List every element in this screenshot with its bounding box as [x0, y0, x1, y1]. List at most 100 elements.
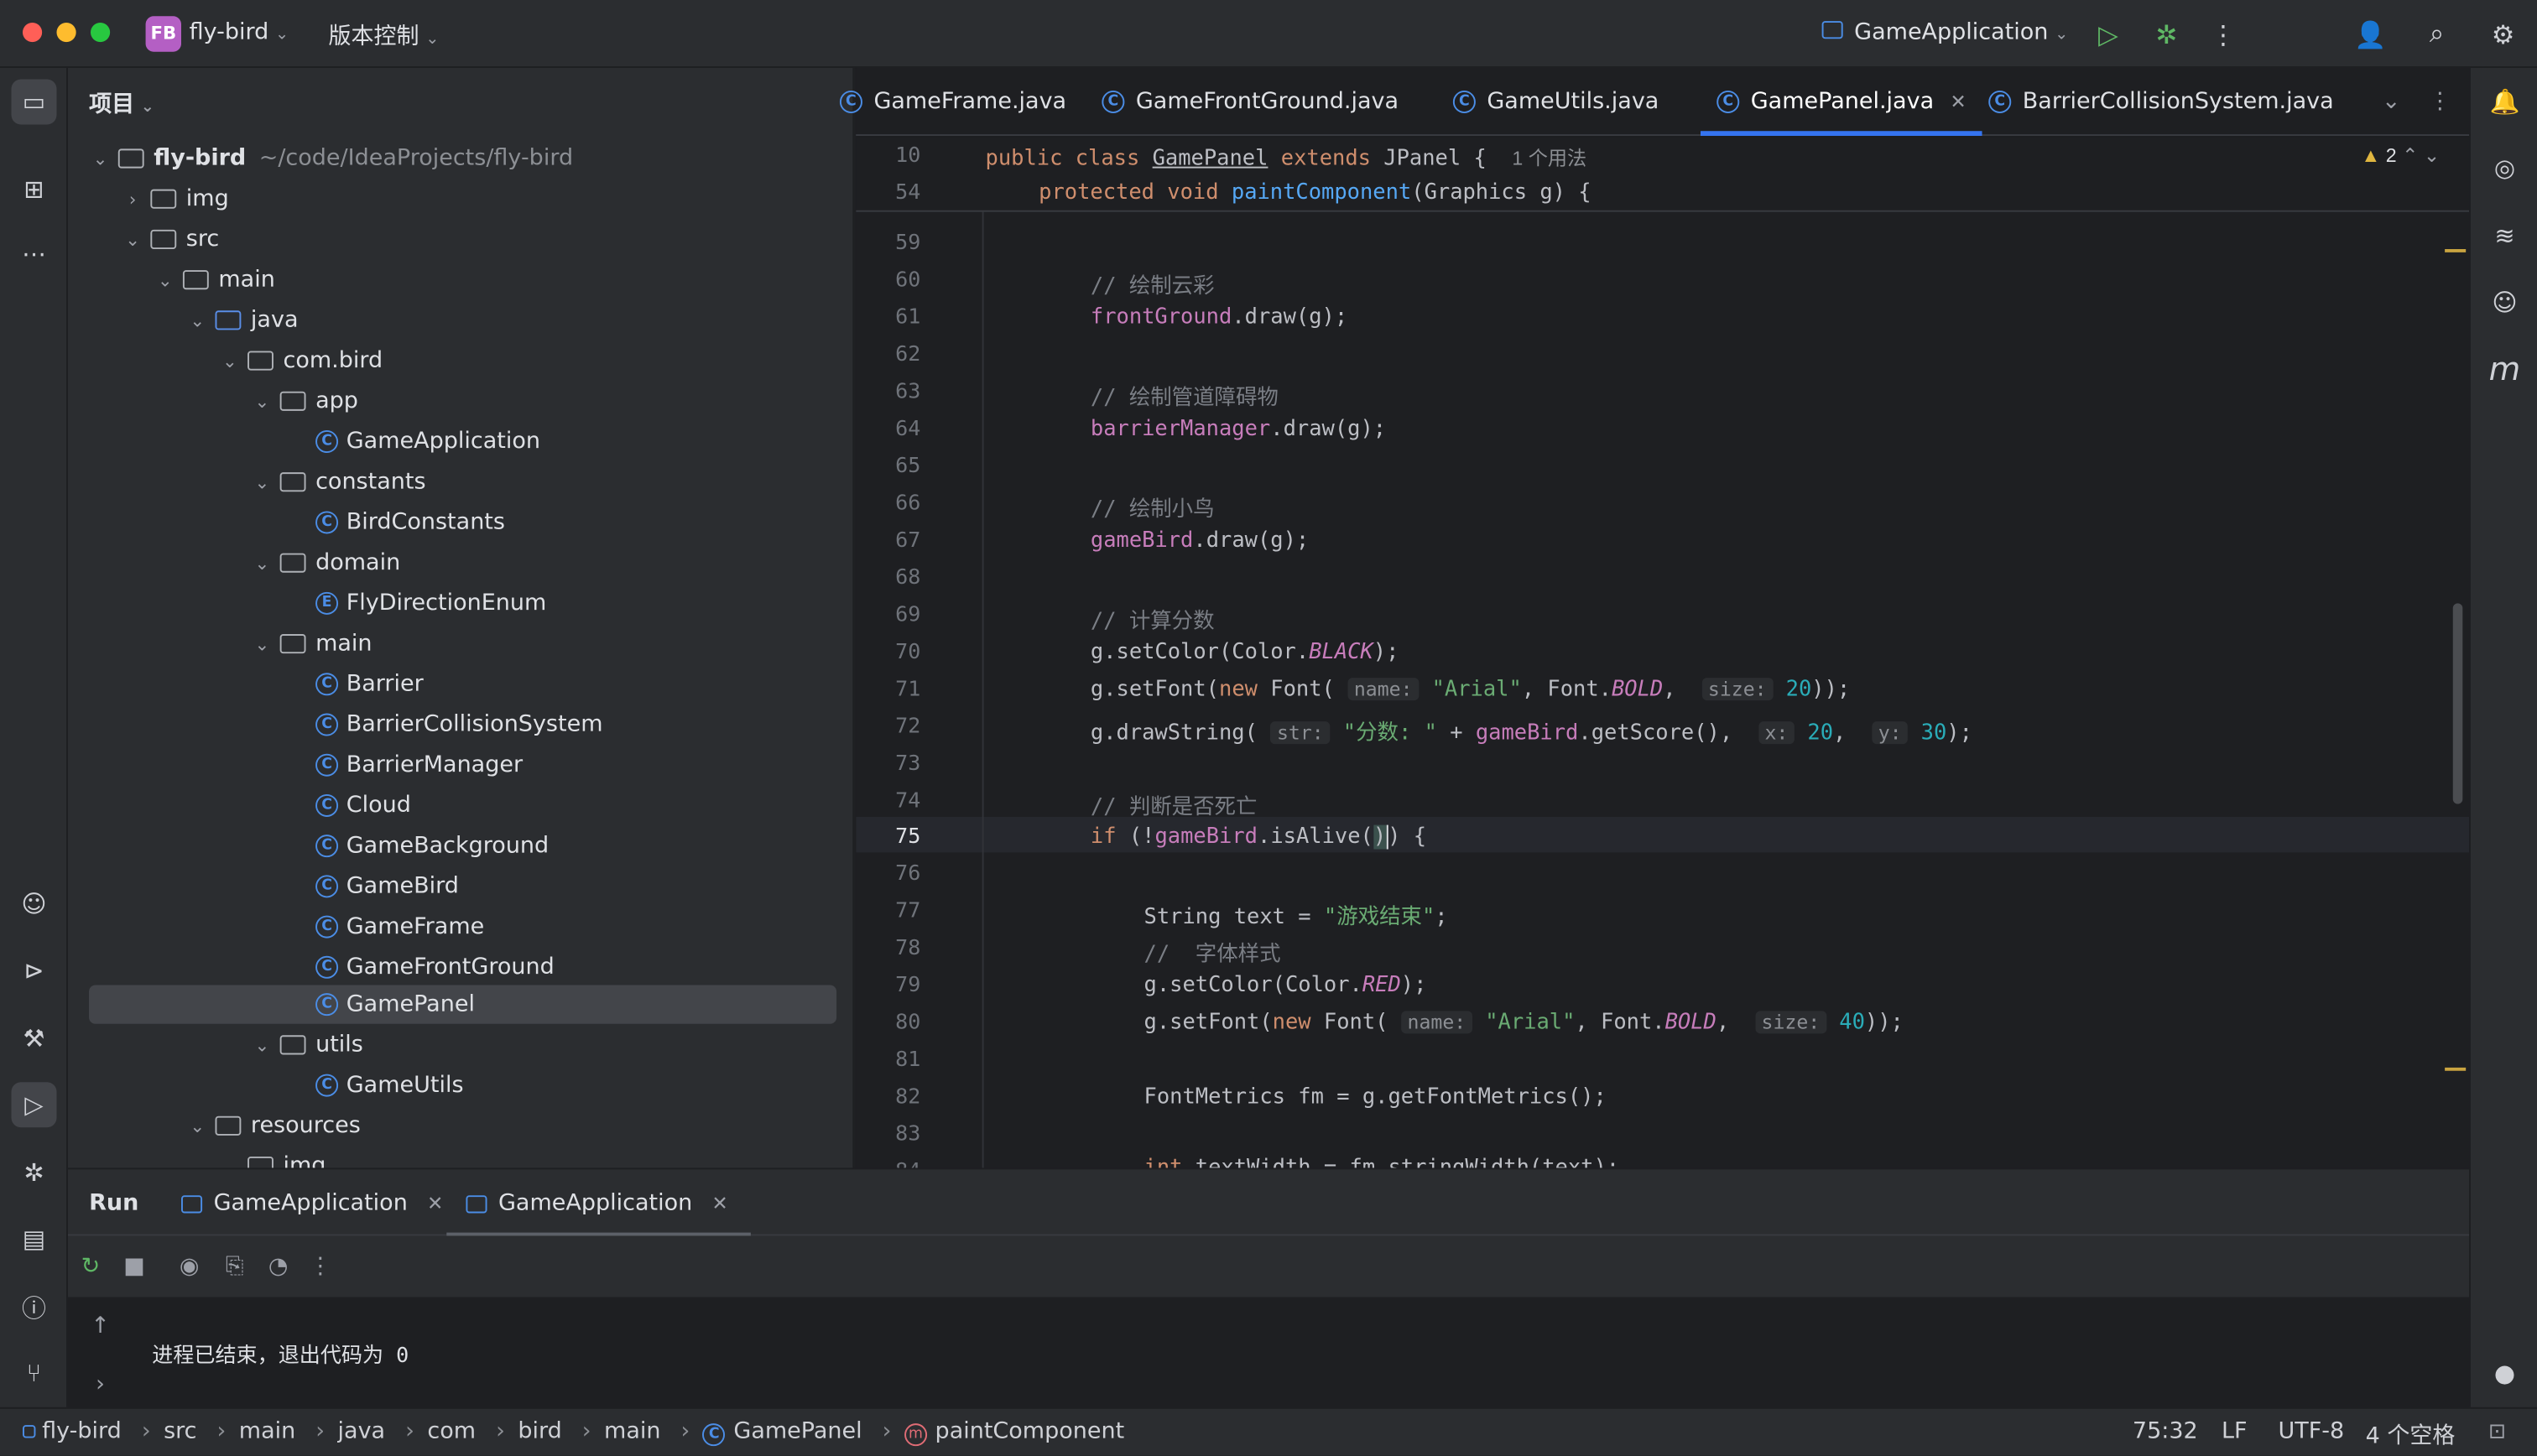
- tree-item-resources-img[interactable]: ⌄ img: [89, 1147, 836, 1168]
- tab-gamefrontground[interactable]: C GameFrontGround.java: [1102, 68, 1399, 136]
- editor-scrollbar[interactable]: [2452, 603, 2463, 804]
- avatar[interactable]: ●: [2482, 1350, 2527, 1396]
- scroll-up-icon[interactable]: ↑: [84, 1310, 117, 1343]
- sticky-class-line[interactable]: public class GamePanel extends JPanel { …: [986, 144, 1587, 172]
- run-services-icon[interactable]: ⊳: [12, 948, 57, 993]
- ai-assistant-icon[interactable]: ◎: [2482, 146, 2527, 191]
- tree-root[interactable]: ⌄ fly-bird ~/code/IdeaProjects/fly-bird: [89, 139, 836, 178]
- tab-gameutils[interactable]: C GameUtils.java: [1452, 68, 1659, 136]
- more-actions-icon[interactable]: ⋮: [2204, 14, 2243, 53]
- profiler-icon[interactable]: ◔: [262, 1251, 294, 1283]
- camera-icon[interactable]: ◉: [173, 1251, 206, 1283]
- run-icon[interactable]: ▷: [2089, 14, 2128, 53]
- tree-item-app[interactable]: ⌄ app: [89, 382, 836, 420]
- chevron-down-icon[interactable]: ⌄: [2424, 144, 2440, 167]
- notifications-bell-icon[interactable]: 🔔: [2482, 80, 2527, 125]
- breadcrumb-item[interactable]: main: [239, 1418, 295, 1444]
- tree-item-java[interactable]: ⌄ java: [89, 301, 836, 340]
- tab-gamepanel[interactable]: C GamePanel.java ✕: [1700, 68, 1983, 137]
- add-user-icon[interactable]: 👤: [2351, 14, 2389, 53]
- tree-item-main[interactable]: ⌄ main: [89, 261, 836, 299]
- tree-item-gamepanel[interactable]: C GamePanel: [89, 985, 837, 1024]
- restore-layout-icon[interactable]: ⎘: [218, 1251, 251, 1283]
- services-icon[interactable]: ☺: [12, 881, 57, 927]
- gear-icon[interactable]: ⚙: [2483, 14, 2522, 53]
- tree-item-flydirectionenum[interactable]: E FlyDirectionEnum: [89, 584, 836, 622]
- tree-item-resources[interactable]: ⌄ resources: [89, 1106, 836, 1145]
- code-editor[interactable]: 59 60 61 62 63 64 65 66 67 68 69 70 71 7…: [856, 137, 2470, 1168]
- project-switcher[interactable]: fly-bird ⌄: [190, 19, 289, 45]
- project-folder-icon[interactable]: ▭: [11, 79, 57, 125]
- more-icon[interactable]: ⋮: [305, 1251, 337, 1283]
- problems-icon[interactable]: ⓘ: [12, 1284, 57, 1329]
- maven-icon[interactable]: m: [2482, 346, 2527, 392]
- tree-item-gamebackground[interactable]: C GameBackground: [89, 827, 836, 866]
- minimize-window-button[interactable]: [56, 23, 76, 43]
- tree-item-constants[interactable]: ⌄ constants: [89, 463, 836, 502]
- breadcrumb-item[interactable]: java: [338, 1418, 386, 1444]
- close-tab-icon[interactable]: ✕: [711, 1192, 727, 1214]
- close-window-button[interactable]: [23, 23, 43, 43]
- line-separator[interactable]: LF: [2222, 1418, 2248, 1444]
- tree-item-domain[interactable]: ⌄ domain: [89, 543, 836, 582]
- stop-icon[interactable]: ■: [118, 1251, 151, 1283]
- build-hammer-icon[interactable]: ⚒: [12, 1016, 57, 1061]
- tree-item-utils[interactable]: ⌄ utils: [89, 1026, 836, 1064]
- tab-barriercollisionsystem[interactable]: C BarrierCollisionSystem.java: [1988, 68, 2334, 136]
- search-icon[interactable]: ⌕: [2417, 14, 2456, 53]
- tree-item-barrier[interactable]: C Barrier: [89, 665, 836, 704]
- tab-gameframe[interactable]: C GameFrame.java: [839, 68, 1066, 136]
- tree-item-gameapplication[interactable]: C GameApplication: [89, 422, 836, 460]
- plugin-icon[interactable]: ☺: [2482, 280, 2527, 325]
- tree-item-main-package[interactable]: ⌄ main: [89, 624, 836, 663]
- run-config-selector[interactable]: GameApplication ⌄: [1821, 19, 2068, 45]
- git-branch-icon[interactable]: ⑂: [12, 1350, 57, 1396]
- breadcrumb-item[interactable]: src: [164, 1418, 196, 1444]
- tree-item-com-bird[interactable]: ⌄ com.bird: [89, 341, 836, 380]
- tree-item-barriermanager[interactable]: C BarrierManager: [89, 746, 836, 784]
- breadcrumb-item[interactable]: GamePanel: [733, 1418, 862, 1444]
- indent-setting[interactable]: 4 个空格: [2366, 1418, 2456, 1451]
- sticky-method-line[interactable]: protected void paintComponent(Graphics g…: [1039, 181, 1591, 205]
- tree-item-gamebird[interactable]: C GameBird: [89, 867, 836, 906]
- run-tab-2[interactable]: GameApplication ✕: [446, 1169, 751, 1238]
- tree-item-gameutils[interactable]: C GameUtils: [89, 1066, 836, 1105]
- warning-stripe-mark[interactable]: [2445, 249, 2467, 252]
- more-tools-icon[interactable]: ⋯: [12, 231, 57, 277]
- rerun-icon[interactable]: ↻: [75, 1251, 107, 1283]
- caret-position[interactable]: 75:32: [2133, 1418, 2198, 1444]
- tree-item-birdconstants[interactable]: C BirdConstants: [89, 503, 836, 542]
- maximize-window-button[interactable]: [91, 23, 111, 43]
- tree-item-barriercollisionsystem[interactable]: C BarrierCollisionSystem: [89, 705, 836, 744]
- usage-hint[interactable]: 1 个用法: [1512, 148, 1586, 170]
- lock-icon[interactable]: ⊡: [2488, 1420, 2506, 1444]
- debug-bug-icon[interactable]: ✲: [12, 1150, 57, 1195]
- breadcrumb-item[interactable]: main: [604, 1418, 660, 1444]
- tree-item-gameframe[interactable]: C GameFrame: [89, 907, 836, 946]
- close-tab-icon[interactable]: ✕: [427, 1192, 443, 1214]
- run-tool-icon[interactable]: ▷: [11, 1082, 57, 1128]
- tree-item-src[interactable]: ⌄ src: [89, 220, 836, 258]
- structure-icon[interactable]: ⊞: [12, 167, 57, 212]
- chevron-right-icon[interactable]: ›: [84, 1369, 117, 1401]
- run-tab-1[interactable]: GameApplication ✕: [181, 1169, 443, 1237]
- breadcrumb-item[interactable]: bird: [518, 1418, 561, 1444]
- editor-more-icon[interactable]: ⋮: [2429, 68, 2451, 136]
- tab-list-chevron-icon[interactable]: ⌄: [2382, 68, 2401, 136]
- breadcrumb-item[interactable]: com: [427, 1418, 476, 1444]
- file-encoding[interactable]: UTF-8: [2278, 1418, 2344, 1444]
- inspection-widget[interactable]: ▲ 2 ⌃ ⌄: [2361, 144, 2440, 167]
- console-output[interactable]: ↑ › 进程已结束，退出代码为 0: [68, 1297, 2470, 1407]
- project-panel-title[interactable]: 项目 ⌄: [89, 87, 154, 120]
- warning-stripe-mark[interactable]: [2445, 1067, 2467, 1071]
- terminal-icon[interactable]: ▤: [12, 1216, 57, 1261]
- database-icon[interactable]: ≋: [2482, 214, 2527, 259]
- chevron-up-icon[interactable]: ⌃: [2402, 144, 2418, 167]
- tree-item-cloud[interactable]: C Cloud: [89, 786, 836, 824]
- close-tab-icon[interactable]: ✕: [1950, 91, 1966, 113]
- debug-icon[interactable]: ✲: [2147, 14, 2185, 53]
- tree-item-img[interactable]: › img: [89, 179, 836, 218]
- vcs-menu[interactable]: 版本控制 ⌄: [329, 19, 440, 52]
- project-badge[interactable]: FB: [145, 16, 182, 52]
- breadcrumb-item[interactable]: paintComponent: [935, 1418, 1125, 1444]
